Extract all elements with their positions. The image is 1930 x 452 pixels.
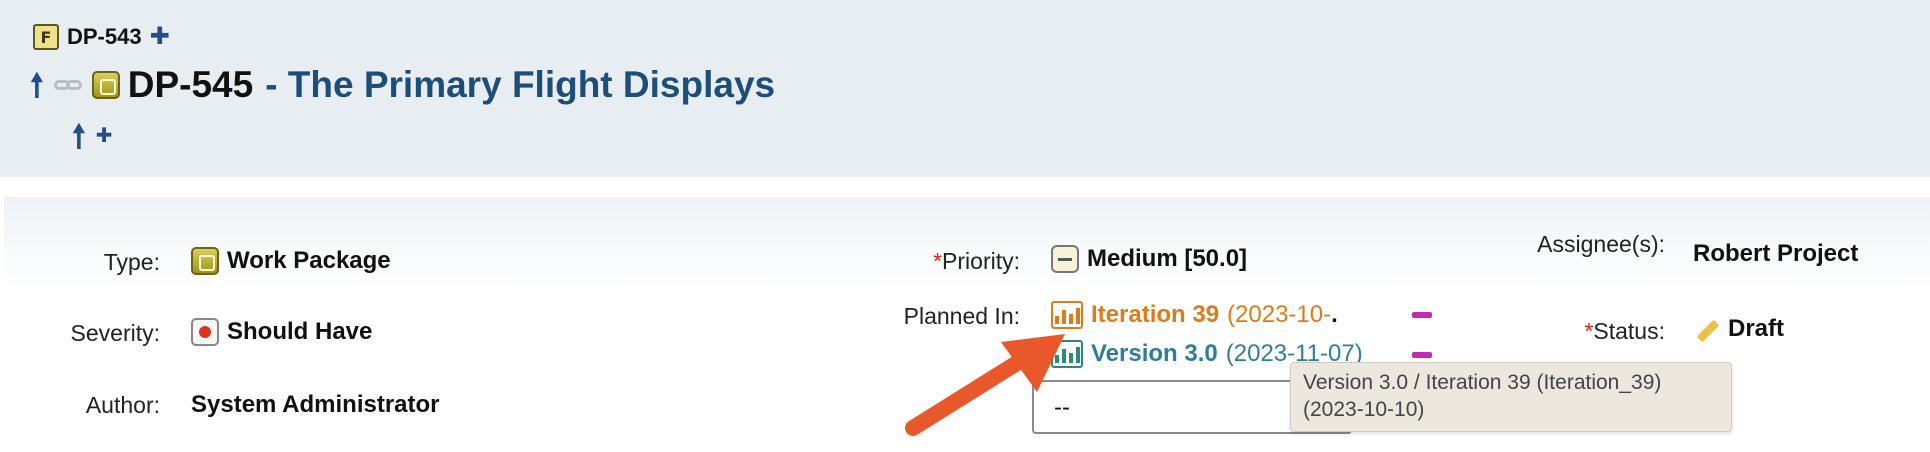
parent-item-link[interactable]: DP-543 <box>67 24 142 50</box>
feature-icon: F <box>33 24 59 50</box>
add-icon[interactable]: ✚ <box>96 126 113 146</box>
author-label: Author: <box>85 392 160 418</box>
priority-value: Medium [50.0] <box>1051 245 1247 273</box>
severity-value: Should Have <box>191 318 372 346</box>
parent-row: F DP-543 ✚ <box>33 24 170 50</box>
item-title-row: 🠕 DP-545 - The Primary Flight Displays <box>30 64 775 106</box>
severity-icon <box>191 318 219 346</box>
iteration-date: (2023-10- <box>1227 301 1332 328</box>
severity-value-text: Should Have <box>227 318 373 345</box>
work-package-icon <box>91 71 120 99</box>
priority-label-text: Priority: <box>942 248 1020 274</box>
remove-icon[interactable] <box>1412 352 1432 358</box>
priority-icon <box>1051 245 1079 273</box>
tooltip-line-1: Version 3.0 / Iteration 39 (Iteration_39… <box>1303 371 1662 394</box>
status-label: *Status: <box>1545 318 1665 345</box>
add-icon[interactable]: ✚ <box>150 25 170 49</box>
status-label-text: Status: <box>1593 318 1665 344</box>
type-value: Work Package <box>191 247 391 275</box>
type-label: Type: <box>103 249 160 275</box>
priority-label: *Priority: <box>880 248 1020 275</box>
work-package-icon <box>191 247 219 275</box>
draft-pencil-icon <box>1692 315 1720 343</box>
remove-icon[interactable] <box>1412 312 1432 318</box>
severity-label: Severity: <box>70 320 160 346</box>
planned-in-tooltip: Version 3.0 / Iteration 39 (Iteration_39… <box>1290 362 1732 432</box>
child-row: 🠕 ✚ <box>72 120 113 152</box>
tooltip-line-2: (2023-10-10) <box>1303 398 1425 421</box>
author-value: System Administrator <box>191 391 440 418</box>
iteration-icon <box>1051 301 1083 329</box>
iteration-name[interactable]: Iteration 39 <box>1091 301 1219 329</box>
version-name[interactable]: Version 3.0 <box>1091 340 1218 368</box>
annotation-arrow-icon <box>905 334 1065 436</box>
required-marker: * <box>933 248 943 274</box>
item-id: DP-545 <box>127 64 254 105</box>
up-arrow-icon[interactable]: 🠕 <box>30 69 44 101</box>
assignee-label: Assignee(s): <box>1537 231 1665 257</box>
item-title: - The Primary Flight Displays <box>265 64 776 105</box>
up-arrow-icon[interactable]: 🠕 <box>72 120 86 152</box>
planned-item-iteration[interactable]: Iteration 39 (2023-10- . <box>1051 301 1338 329</box>
iteration-truncation: . <box>1331 301 1338 328</box>
priority-value-text: Medium [50.0] <box>1087 245 1248 272</box>
assignee-value[interactable]: Robert Project <box>1693 240 1858 268</box>
planned-in-label: Planned In: <box>903 303 1020 329</box>
item-header: F DP-543 ✚ 🠕 DP-545 - The Primary Flight… <box>0 0 1930 177</box>
link-icon[interactable] <box>53 76 86 94</box>
type-value-text: Work Package <box>227 247 391 274</box>
status-value[interactable]: Draft <box>1692 315 1784 343</box>
status-value-text: Draft <box>1728 315 1785 342</box>
